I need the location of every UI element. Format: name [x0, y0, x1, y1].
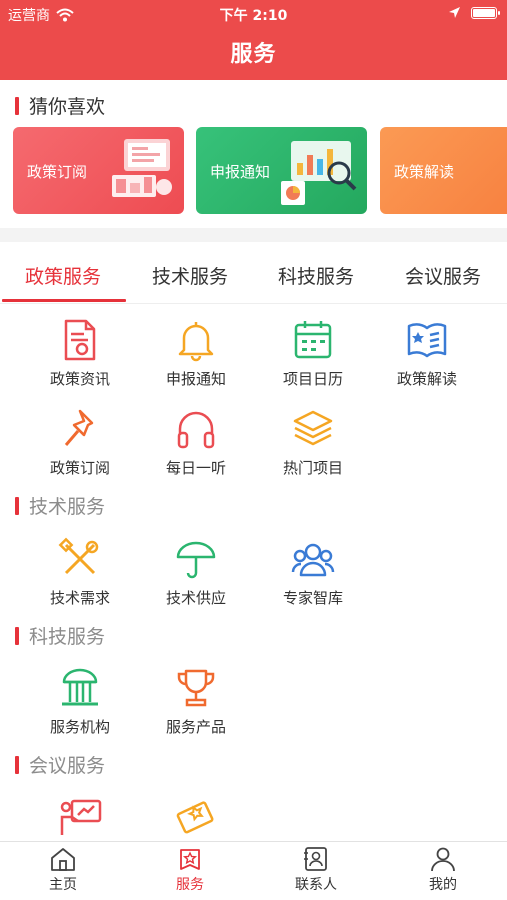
tabbar-item-contacts[interactable]: 联系人 — [253, 846, 379, 894]
tabbar-label: 我的 — [429, 877, 457, 893]
layers-icon — [293, 410, 333, 446]
page-title: 服务 — [230, 42, 277, 67]
meeting-title-text: 会议服务 — [29, 755, 106, 777]
home-icon — [51, 848, 75, 871]
item-service-product[interactable]: 服务产品 — [133, 666, 259, 737]
item-label: 技术需求 — [49, 589, 110, 607]
tabbar-label: 主页 — [49, 877, 77, 893]
item-service-institution[interactable]: 服务机构 — [17, 666, 143, 737]
card-label: 政策解读 — [394, 163, 455, 181]
pushpin-icon — [64, 409, 94, 446]
item-label: 政策解读 — [396, 370, 457, 388]
item-label: 专家智库 — [282, 589, 343, 607]
sci-section-title: 科技服务 — [15, 622, 105, 649]
item-label: 服务产品 — [165, 718, 226, 736]
item-hot-projects[interactable]: 热门项目 — [250, 407, 376, 478]
section-marker — [15, 755, 19, 774]
item-expert-think-tank[interactable]: 专家智库 — [250, 537, 376, 608]
headphones-icon — [177, 411, 215, 449]
status-time: 下午 2:10 — [219, 8, 288, 24]
item-label: 服务机构 — [49, 718, 110, 736]
contacts-icon — [304, 847, 327, 871]
status-bar: 运营商 下午 2:10 — [0, 0, 507, 28]
guess-section-title: 猜你喜欢 — [15, 92, 105, 119]
tab-tech-service[interactable]: 技术服务 — [127, 262, 253, 289]
app-root: 运营商 下午 2:10 服务 猜你喜欢 政策订阅 申报通知 政策解读 政策服务 … — [0, 0, 507, 900]
item-project-calendar[interactable]: 项目日历 — [250, 318, 376, 389]
tabbar-item-mine[interactable]: 我的 — [380, 846, 506, 894]
card-application-notice[interactable]: 申报通知 — [196, 127, 367, 214]
bottom-tabbar: 主页 服务 联系人 我的 — [0, 841, 507, 900]
item-label: 政策资讯 — [49, 370, 110, 388]
umbrella-icon — [176, 541, 216, 579]
user-icon — [431, 847, 455, 872]
sci-title-text: 科技服务 — [29, 626, 106, 648]
ticket-icon — [176, 801, 214, 834]
item-meeting-ticket[interactable] — [133, 795, 259, 839]
tab-policy-service[interactable]: 政策服务 — [0, 262, 126, 289]
card-label: 申报通知 — [210, 163, 271, 181]
item-application-notice[interactable]: 申报通知 — [133, 318, 259, 389]
tabbar-item-home[interactable]: 主页 — [0, 846, 126, 894]
people-icon — [291, 543, 335, 577]
recommend-cards: 政策订阅 申报通知 政策解读 — [13, 127, 507, 214]
presentation-icon — [60, 799, 102, 835]
section-marker — [15, 626, 19, 645]
tab-active-indicator — [2, 299, 126, 302]
item-label: 每日一听 — [165, 459, 226, 477]
monitor-illustration-icon — [112, 139, 172, 197]
tabbar-label: 联系人 — [295, 877, 337, 893]
item-label: 技术供应 — [165, 589, 226, 607]
section-divider — [0, 228, 507, 242]
item-label: 项目日历 — [282, 370, 343, 388]
tabbar-label: 服务 — [176, 877, 204, 893]
header: 运营商 下午 2:10 服务 — [0, 0, 507, 80]
card-policy-interpretation[interactable]: 政策解读 — [380, 127, 507, 214]
item-label: 热门项目 — [282, 459, 343, 477]
item-label: 申报通知 — [165, 370, 226, 388]
service-tabs: 政策服务 技术服务 科技服务 会议服务 — [0, 242, 507, 304]
item-meeting-presentation[interactable] — [17, 795, 143, 839]
tabbar-item-service[interactable]: 服务 — [127, 846, 253, 894]
guess-title-text: 猜你喜欢 — [29, 96, 106, 118]
analytics-illustration-icon — [281, 141, 357, 205]
item-tech-supply[interactable]: 技术供应 — [133, 537, 259, 608]
item-tech-demand[interactable]: 技术需求 — [17, 537, 143, 608]
section-marker — [15, 496, 19, 515]
card-policy-subscribe[interactable]: 政策订阅 — [13, 127, 184, 214]
calendar-icon — [294, 321, 332, 359]
item-policy-interpretation[interactable]: 政策解读 — [364, 318, 490, 389]
trophy-icon — [177, 669, 215, 707]
location-arrow-icon — [449, 7, 460, 18]
tech-title-text: 技术服务 — [29, 496, 106, 518]
document-seal-icon — [64, 319, 96, 361]
item-daily-listen[interactable]: 每日一听 — [133, 407, 259, 478]
card-label: 政策订阅 — [27, 163, 88, 181]
status-right — [448, 6, 500, 19]
item-policy-news[interactable]: 政策资讯 — [17, 318, 143, 389]
item-label: 政策订阅 — [49, 459, 110, 477]
open-book-star-icon — [407, 323, 447, 358]
item-policy-subscribe[interactable]: 政策订阅 — [17, 407, 143, 478]
meeting-section-title: 会议服务 — [15, 751, 105, 778]
tools-icon — [58, 537, 99, 575]
institution-building-icon — [62, 668, 98, 706]
tab-sci-service[interactable]: 科技服务 — [253, 262, 379, 289]
bell-icon — [178, 322, 214, 362]
section-marker — [15, 96, 19, 115]
tech-section-title: 技术服务 — [15, 492, 105, 519]
tab-meeting-service[interactable]: 会议服务 — [380, 262, 506, 289]
service-star-icon — [180, 849, 200, 870]
battery-icon — [471, 6, 500, 19]
